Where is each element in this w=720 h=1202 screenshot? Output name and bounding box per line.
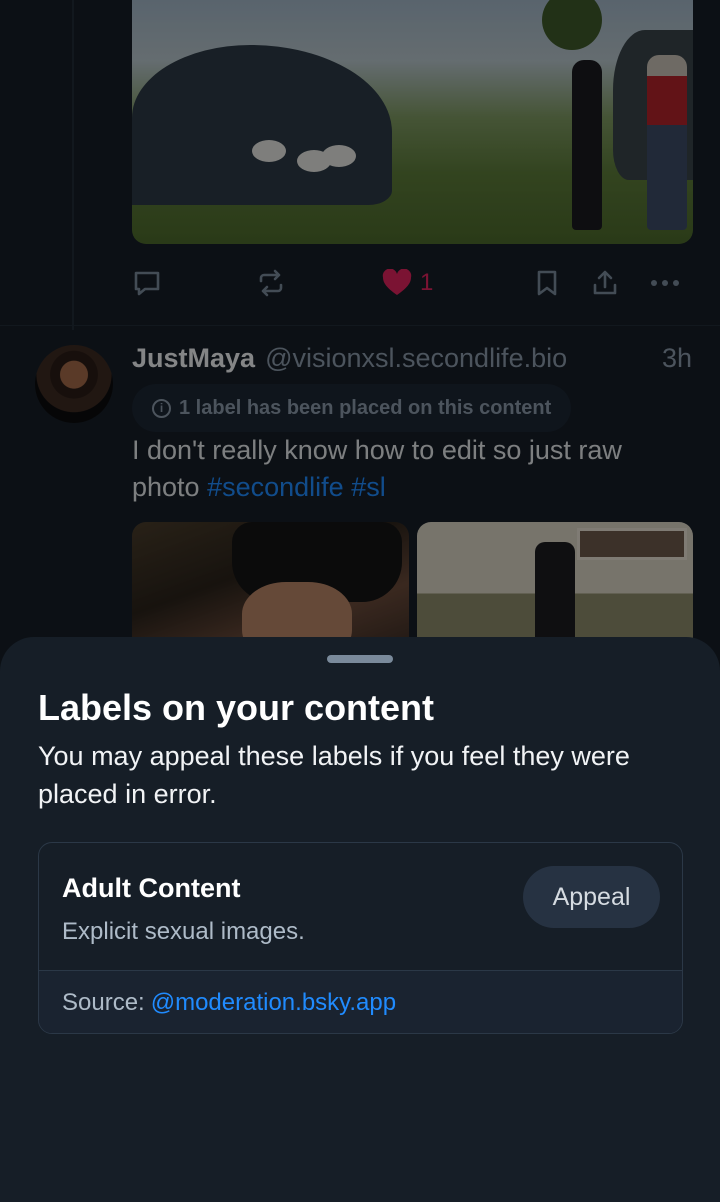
appeal-button[interactable]: Appeal: [523, 866, 660, 928]
sheet-drag-handle[interactable]: [327, 655, 393, 663]
source-prefix: Source:: [62, 989, 145, 1016]
sheet-title: Labels on your content: [38, 687, 435, 728]
label-name: Adult Content: [62, 873, 241, 903]
source-link[interactable]: @moderation.bsky.app: [151, 989, 396, 1017]
label-description: Explicit sexual images.: [62, 918, 305, 945]
labels-bottom-sheet: Labels on your content You may appeal th…: [0, 637, 720, 1202]
label-source: Source: @moderation.bsky.app: [39, 970, 682, 1033]
sheet-description: You may appeal these labels if you feel …: [38, 741, 630, 809]
label-card: Adult Content Explicit sexual images. Ap…: [38, 842, 683, 1034]
